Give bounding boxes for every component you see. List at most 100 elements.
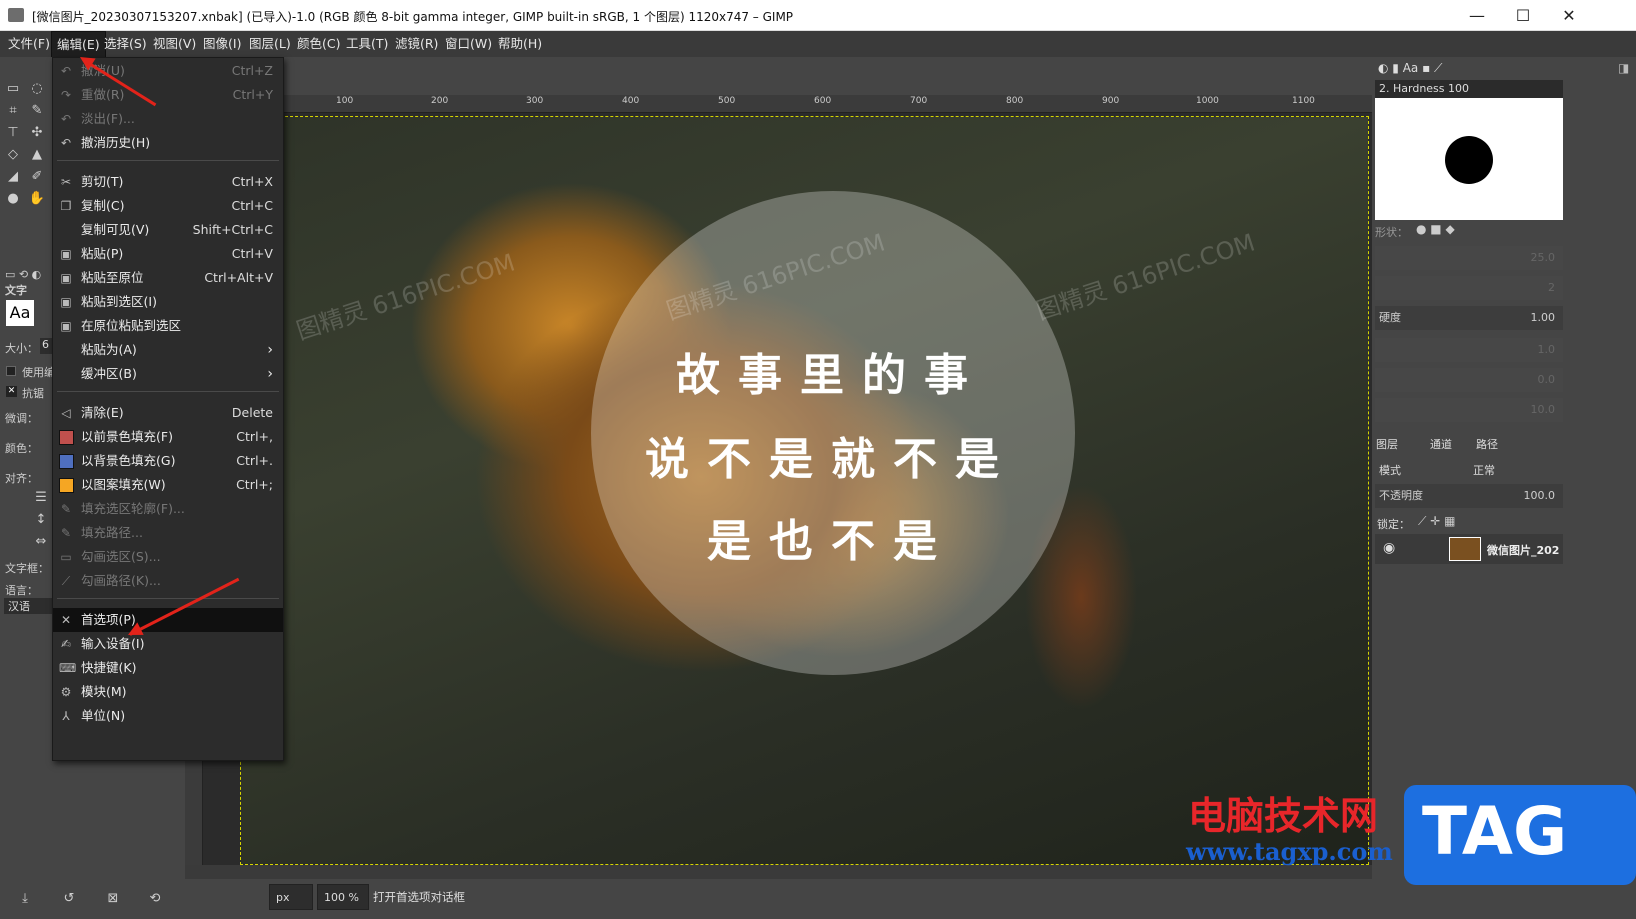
menu-edit[interactable]: 编辑(E) <box>51 31 106 59</box>
layers-tabs: 图层 通道 路径 <box>1372 432 1564 454</box>
menu-item-fill-pattern[interactable]: 以图案填充(W) Ctrl+; <box>53 473 283 497</box>
menu-item-copy[interactable]: ❐ 复制(C) Ctrl+C <box>53 194 283 218</box>
hardness-slider[interactable]: 硬度 1.00 <box>1375 306 1563 330</box>
size-input[interactable]: 6 <box>40 338 52 354</box>
menu-item-paste-in-place[interactable]: ▣ 粘贴至原位 Ctrl+Alt+V <box>53 266 283 290</box>
letter-spacing-icon[interactable]: ⇔ <box>32 534 50 550</box>
horizontal-ruler[interactable]: 100 200 300 400 500 600 700 800 900 1000… <box>278 95 1408 113</box>
crop-icon[interactable]: ⌗ <box>4 103 22 119</box>
menu-item-copy-visible[interactable]: 复制可见(V) Shift+Ctrl+C <box>53 218 283 242</box>
blur-icon[interactable]: ● <box>4 191 22 207</box>
bucket-icon[interactable]: ▲ <box>28 147 46 163</box>
brush-icon[interactable]: ✐ <box>28 169 46 185</box>
cage-icon[interactable]: ◇ <box>4 147 22 163</box>
menu-item-preferences[interactable]: ✕ 首选项(P) <box>53 608 283 632</box>
menu-tools[interactable]: 工具(T) <box>341 31 393 57</box>
aspect-slider[interactable]: 1.0 <box>1375 338 1563 362</box>
tab-paths[interactable]: 路径 <box>1476 436 1498 452</box>
menu-filters[interactable]: 滤镜(R) <box>390 31 443 57</box>
paste-in-place-icon: ▣ <box>60 271 72 285</box>
menu-file[interactable]: 文件(F) <box>3 31 55 57</box>
ruler-label: 800 <box>1006 96 1024 106</box>
menu-item-modules[interactable]: ⚙ 模块(M) <box>53 680 283 704</box>
fg-color-swatch <box>59 430 74 445</box>
menu-item-stroke-path[interactable]: ⟋ 勾画路径(K)... <box>53 569 283 593</box>
use-editor-checkbox[interactable] <box>6 366 16 376</box>
menu-item-paste[interactable]: ▣ 粘贴(P) Ctrl+V <box>53 242 283 266</box>
font-preview[interactable]: Aa <box>6 300 34 326</box>
dock-tab-icons[interactable]: ◐ ▮ Aa ▪ ⟋ <box>1378 61 1478 77</box>
menu-item-fade[interactable]: ↶ 淡出(F)... <box>53 107 283 131</box>
fade-icon: ↶ <box>60 112 72 126</box>
menu-item-buffer[interactable]: 缓冲区(B) › <box>53 362 283 386</box>
menu-item-stroke-selection[interactable]: ▭ 勾画选区(S)... <box>53 545 283 569</box>
bg-color-swatch <box>59 454 74 469</box>
picker-icon[interactable]: ✎ <box>28 103 46 119</box>
tab-layers[interactable]: 图层 <box>1376 436 1398 452</box>
image-canvas[interactable]: 图精灵 616PIC.COM 图精灵 616PIC.COM 图精灵 616PIC… <box>240 116 1369 865</box>
menu-item-redo[interactable]: ↷ 重做(R) Ctrl+Y <box>53 83 283 107</box>
maximize-button[interactable]: ☐ <box>1500 0 1546 31</box>
dock-menu-icon[interactable]: ◨ <box>1618 61 1629 75</box>
menu-item-fill-bg[interactable]: 以背景色填充(G) Ctrl+. <box>53 449 283 473</box>
lock-buttons[interactable]: ⟋ ✛ ▦ <box>1418 514 1455 529</box>
minimize-button[interactable]: — <box>1454 0 1500 31</box>
rect-select-icon[interactable]: ▭ <box>4 81 22 97</box>
ruler-label: 200 <box>431 96 449 106</box>
menu-item-paste-into-selection[interactable]: ▣ 粘贴到选区(I) <box>53 290 283 314</box>
save-options-icon[interactable]: ⤓ <box>16 891 34 907</box>
eye-icon[interactable]: ◉ <box>1383 540 1395 556</box>
radius-slider[interactable]: 25.0 <box>1375 246 1563 270</box>
menu-select[interactable]: 选择(S) <box>99 31 152 57</box>
language-input[interactable]: 汉语 <box>4 598 52 614</box>
delete-options-icon[interactable]: ⊠ <box>104 891 122 907</box>
menu-layer[interactable]: 图层(L) <box>244 31 296 57</box>
unit-select[interactable]: px <box>269 884 313 910</box>
menu-item-undo-history[interactable]: ↶ 撤消历史(H) <box>53 131 283 155</box>
layer-row[interactable]: ◉ 微信图片_202 <box>1375 534 1563 564</box>
submenu-arrow-icon: › <box>267 342 273 358</box>
smudge-icon[interactable]: ✋ <box>28 191 46 207</box>
size-label: 大小： <box>5 342 38 355</box>
ruler-label: 500 <box>718 96 736 106</box>
ruler-label: 700 <box>910 96 928 106</box>
menu-item-cut[interactable]: ✂ 剪切(T) Ctrl+X <box>53 170 283 194</box>
preferences-icon: ✕ <box>60 613 72 627</box>
opacity-slider[interactable]: 不透明度 100.0 <box>1375 484 1563 508</box>
zoom-select[interactable]: 100 % <box>317 884 369 910</box>
mode-select[interactable]: 正常 <box>1473 460 1495 482</box>
reset-options-icon[interactable]: ⟲ <box>146 891 164 907</box>
menu-help[interactable]: 帮助(H) <box>493 31 547 57</box>
menu-item-fill-selection-outline[interactable]: ✎ 填充选区轮廓(F)... <box>53 497 283 521</box>
menu-item-units[interactable]: ⅄ 单位(N) <box>53 704 283 728</box>
antialias-checkbox[interactable]: ✕ <box>6 386 17 397</box>
fill-path-icon: ✎ <box>60 526 72 540</box>
menu-item-keyboard-shortcuts[interactable]: ⌨ 快捷键(K) <box>53 656 283 680</box>
menu-colors[interactable]: 颜色(C) <box>292 31 345 57</box>
menu-image[interactable]: 图像(I) <box>198 31 246 57</box>
tool-options-tabs-icon[interactable]: ▭ ⟲ ◐ <box>5 268 41 281</box>
menu-item-fill-fg[interactable]: 以前景色填充(F) Ctrl+, <box>53 425 283 449</box>
warp-icon[interactable]: ✣ <box>28 125 46 141</box>
eraser-icon[interactable]: ◢ <box>4 169 22 185</box>
restore-options-icon[interactable]: ↺ <box>60 891 78 907</box>
brush-preview[interactable] <box>1375 98 1563 220</box>
menu-view[interactable]: 视图(V) <box>148 31 201 57</box>
close-button[interactable]: ✕ <box>1546 0 1592 31</box>
menu-windows[interactable]: 窗口(W) <box>440 31 497 57</box>
menu-item-clear[interactable]: ◁ 清除(E) Delete <box>53 401 283 425</box>
lasso-icon[interactable]: ◌ <box>28 81 46 97</box>
tool-options-panel: ▭ ⟲ ◐ 文字 Aa 大小： 6 使用编 ✕ 抗锯 微调： 颜色： 对齐： ☰… <box>0 268 55 648</box>
angle-slider[interactable]: 0.0 <box>1375 368 1563 392</box>
menu-item-input-devices[interactable]: ✍ 输入设备(I) <box>53 632 283 656</box>
shape-buttons[interactable]: ● ■ ◆ <box>1416 222 1455 236</box>
spacing-slider[interactable]: 10.0 <box>1375 398 1563 422</box>
spikes-slider[interactable]: 2 <box>1375 276 1563 300</box>
line-spacing-icon[interactable]: ↕ <box>32 512 50 528</box>
menu-item-paste-into-selection-in-place[interactable]: ▣ 在原位粘贴到选区 <box>53 314 283 338</box>
menu-item-paste-as[interactable]: 粘贴为(A) › <box>53 338 283 362</box>
tab-channels[interactable]: 通道 <box>1430 436 1452 452</box>
transform-icon[interactable]: ⊤ <box>4 125 22 141</box>
indent-icon[interactable]: ☰ <box>32 490 50 506</box>
menu-item-fill-path[interactable]: ✎ 填充路径... <box>53 521 283 545</box>
